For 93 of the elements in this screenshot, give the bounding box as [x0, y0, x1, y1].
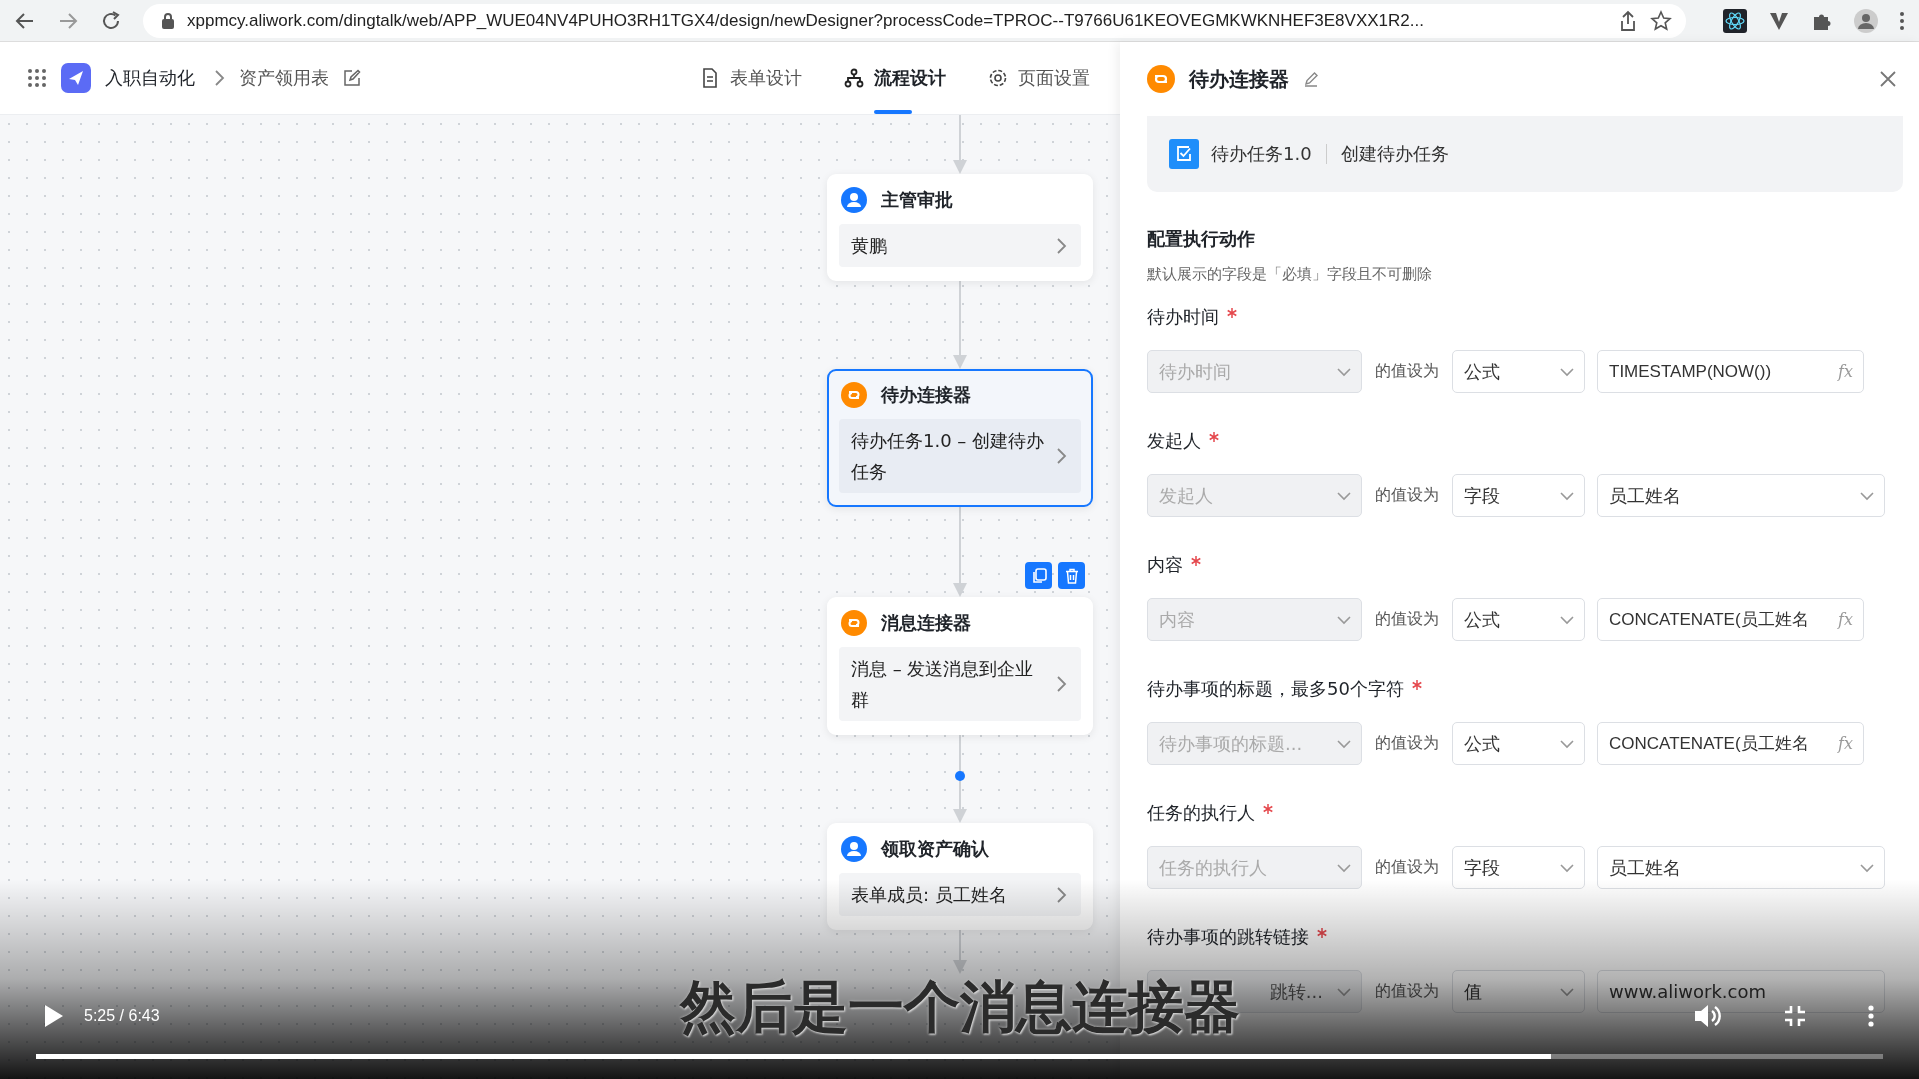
delete-button[interactable] — [1058, 562, 1085, 589]
flowchart-icon — [844, 68, 864, 88]
app-name[interactable]: 入职自动化 — [105, 66, 195, 90]
field-label: 内容 — [1147, 553, 1183, 577]
flow-node[interactable]: 主管审批 黄鹏 — [827, 174, 1093, 281]
relation-label: 的值设为 — [1374, 361, 1440, 382]
tab[interactable]: 表单设计 — [700, 42, 802, 114]
reload-icon[interactable] — [100, 9, 122, 32]
value-select[interactable]: 员工姓名 — [1597, 846, 1885, 889]
share-icon[interactable] — [1618, 9, 1638, 32]
play-icon[interactable] — [42, 1004, 64, 1028]
tab[interactable]: 流程设计 — [844, 42, 946, 114]
chevron-right-icon — [1055, 675, 1067, 693]
time-display: 5:25 / 6:43 — [84, 1007, 160, 1025]
node-title: 待办连接器 — [881, 383, 971, 407]
chevron-right-icon — [1055, 447, 1067, 465]
node-title: 消息连接器 — [881, 611, 971, 635]
flow-node[interactable]: 待办连接器 待办任务1.0 – 创建待办任务 — [827, 369, 1093, 507]
address-bar[interactable]: xppmcy.aliwork.com/dingtalk/web/APP_WUE04NV4PUHO3RH1TGX4/design/newDesigner?processCode=TPROC--T9766U61KEOVEGMKWKNHEF3E8VXX1R2... — [143, 3, 1686, 38]
chevron-right-icon — [213, 69, 225, 87]
copy-button[interactable] — [1025, 562, 1052, 589]
formula-text: CONCATENATE(员工姓名 — [1609, 733, 1809, 755]
more-icon[interactable] — [1867, 1004, 1875, 1028]
url-text: xppmcy.aliwork.com/dingtalk/web/APP_WUE04NV4PUHO3RH1TGX4/design/newDesigner?processCode=TPROC--T9766U61KEOVEGMKWKNHEF3E8VXX1R2... — [187, 10, 1425, 31]
panel-title: 待办连接器 — [1189, 65, 1289, 93]
gear-icon — [988, 68, 1008, 88]
app-grid-icon[interactable] — [27, 68, 47, 88]
close-icon[interactable] — [1879, 70, 1897, 88]
mode-select[interactable]: 公式 — [1452, 350, 1585, 393]
section-title: 配置执行动作 — [1147, 227, 1256, 251]
more-icon[interactable] — [1899, 9, 1905, 32]
node-detail-button[interactable]: 黄鹏 — [839, 224, 1081, 267]
person-icon — [841, 836, 867, 862]
chevron-right-icon — [1055, 236, 1067, 255]
action-app: 待办任务1.0 — [1211, 142, 1312, 166]
edit-icon[interactable] — [343, 69, 361, 87]
relation-label: 的值设为 — [1374, 733, 1440, 754]
formula-text: CONCATENATE(员工姓名 — [1609, 609, 1809, 631]
tab[interactable]: 页面设置 — [988, 42, 1090, 114]
mode-select[interactable]: 公式 — [1452, 722, 1585, 765]
node-detail: 表单成员: 员工姓名 — [851, 883, 1008, 907]
node-detail: 黄鹏 — [851, 234, 888, 258]
action-name: 创建待办任务 — [1340, 142, 1449, 166]
mode-select[interactable]: 公式 — [1452, 598, 1585, 641]
link-icon — [1147, 65, 1175, 93]
avatar-icon[interactable] — [1854, 8, 1878, 33]
mode-select[interactable]: 字段 — [1452, 846, 1585, 889]
field-label: 任务的执行人 — [1147, 801, 1255, 825]
link-icon — [841, 382, 867, 408]
node-title: 主管审批 — [881, 188, 953, 212]
exit-fullscreen-icon[interactable] — [1783, 1004, 1807, 1028]
connector-arrow — [953, 115, 967, 174]
field-label: 待办事项的跳转链接 — [1147, 925, 1309, 949]
node-detail: 待办任务1.0 – 创建待办任务 — [851, 429, 1046, 484]
document-icon — [700, 68, 720, 88]
hint-text: 默认展示的字段是「必填」字段且不可删除 — [1147, 264, 1433, 285]
form-name[interactable]: 资产领用表 — [239, 66, 329, 90]
formula-field[interactable]: TIMESTAMP(NOW()) fx — [1597, 350, 1864, 393]
edit-icon[interactable] — [1303, 71, 1319, 87]
field-label: 发起人 — [1147, 429, 1201, 453]
formula-text: TIMESTAMP(NOW()) — [1609, 361, 1772, 382]
connection-dot[interactable] — [955, 771, 965, 781]
flow-node[interactable]: 领取资产确认 表单成员: 员工姓名 — [827, 823, 1093, 930]
node-title: 领取资产确认 — [881, 837, 989, 861]
relation-label: 的值设为 — [1374, 981, 1440, 1002]
node-detail-button[interactable]: 待办任务1.0 – 创建待办任务 — [839, 419, 1081, 493]
volume-icon[interactable] — [1693, 1002, 1723, 1030]
relation-label: 的值设为 — [1374, 485, 1440, 506]
relation-label: 的值设为 — [1374, 609, 1440, 630]
node-detail-button[interactable]: 消息 – 发送消息到企业群 — [839, 647, 1081, 721]
mode-select[interactable]: 字段 — [1452, 474, 1585, 517]
node-detail: 消息 – 发送消息到企业群 — [851, 657, 1035, 712]
formula-field[interactable]: CONCATENATE(员工姓名 fx — [1597, 598, 1864, 641]
value-select[interactable]: 员工姓名 — [1597, 474, 1885, 517]
field-label: 待办事项的标题，最多50个字符 — [1147, 677, 1404, 701]
relation-label: 的值设为 — [1374, 857, 1440, 878]
copy-icon — [1030, 567, 1047, 584]
star-icon[interactable] — [1650, 9, 1672, 32]
connector-arrow — [953, 930, 967, 974]
trash-icon — [1063, 567, 1080, 584]
checkbox-icon — [1169, 139, 1199, 169]
field-label: 待办时间 — [1147, 305, 1219, 329]
progress-track[interactable] — [36, 1054, 1883, 1059]
person-icon — [841, 187, 867, 213]
formula-field[interactable]: CONCATENATE(员工姓名 fx — [1597, 722, 1864, 765]
value-input[interactable]: www.aliwork.com — [1597, 970, 1885, 1013]
plane-logo-icon — [61, 63, 91, 93]
chevron-right-icon — [1055, 885, 1067, 904]
node-detail-button[interactable]: 表单成员: 员工姓名 — [839, 873, 1081, 916]
link-icon — [841, 610, 867, 636]
atom-icon[interactable] — [1723, 8, 1747, 33]
mode-select[interactable]: 值 — [1452, 970, 1585, 1013]
lock-icon — [161, 11, 175, 30]
